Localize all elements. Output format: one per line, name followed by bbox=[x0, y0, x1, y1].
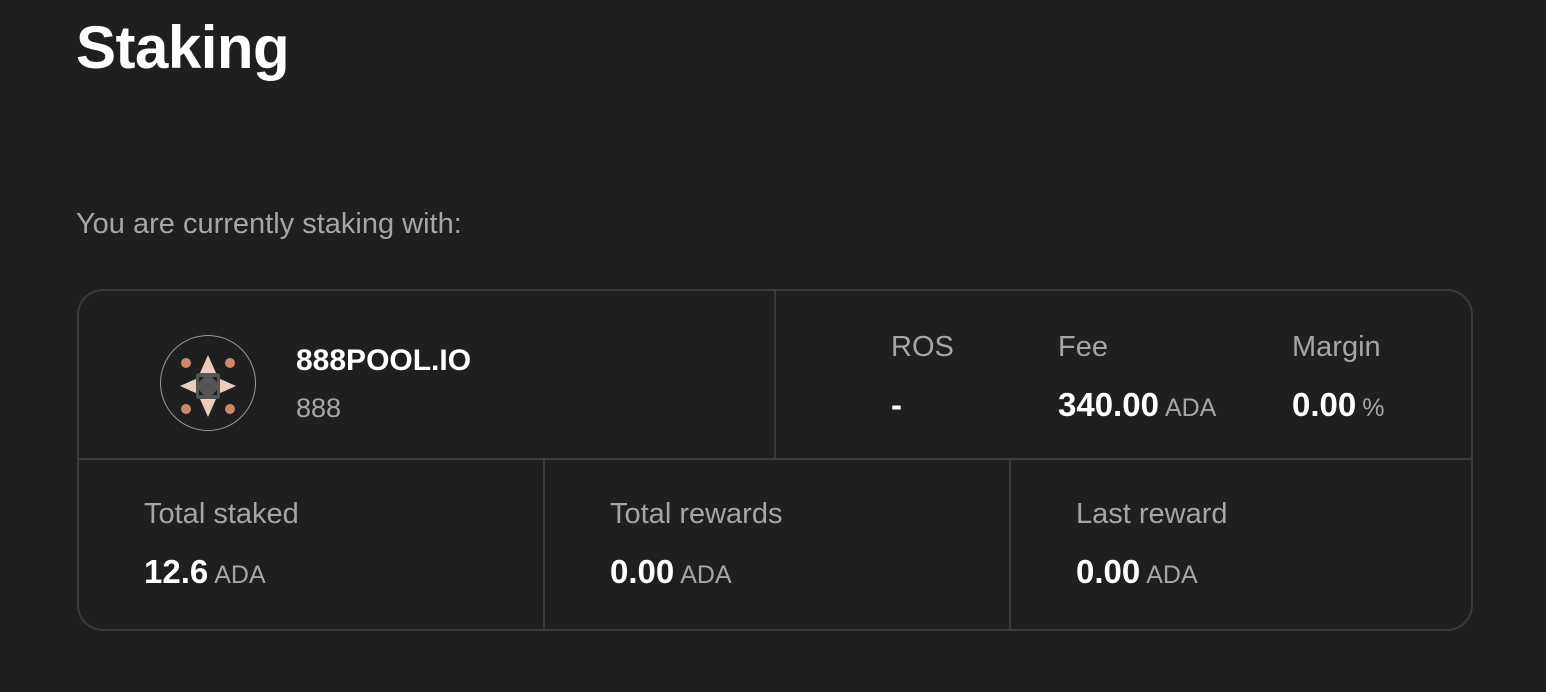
total-rewards-cell: Total rewards 0.00 ADA bbox=[545, 460, 1011, 629]
pool-info[interactable]: 888POOL.IO 888 bbox=[79, 291, 776, 458]
pool-logo-graphic bbox=[180, 355, 236, 417]
staking-with-label: You are currently staking with: bbox=[76, 208, 462, 240]
ros-stat: ROS - bbox=[891, 329, 954, 432]
margin-value: 0.00 bbox=[1292, 386, 1357, 423]
ros-value-row: - bbox=[891, 385, 954, 432]
fee-stat: Fee 340.00 ADA bbox=[1058, 329, 1216, 432]
ros-value: - bbox=[891, 386, 902, 423]
total-staked-cell: Total staked 12.6 ADA bbox=[79, 460, 545, 629]
ros-label: ROS bbox=[891, 331, 954, 363]
fee-value-row: 340.00 ADA bbox=[1058, 385, 1216, 432]
margin-stat: Margin 0.00% bbox=[1292, 329, 1384, 432]
total-rewards-stat: Total rewards 0.00 ADA bbox=[610, 496, 782, 599]
total-staked-unit: ADA bbox=[214, 561, 266, 589]
total-rewards-value-row: 0.00 ADA bbox=[610, 552, 782, 599]
margin-unit: % bbox=[1362, 394, 1385, 422]
card-bottom-row: Total staked 12.6 ADA Total rewards 0.00 A… bbox=[79, 460, 1471, 629]
fee-unit: ADA bbox=[1164, 394, 1217, 422]
page-title: Staking bbox=[76, 14, 290, 81]
fee-label: Fee bbox=[1058, 331, 1108, 363]
staking-card: 888POOL.IO 888 ROS - Fee 340.00 ADA Margi… bbox=[77, 289, 1473, 631]
total-staked-label: Total staked bbox=[144, 498, 299, 530]
margin-value-row: 0.00% bbox=[1292, 385, 1384, 432]
total-staked-value-row: 12.6 ADA bbox=[144, 552, 299, 599]
last-reward-label: Last reward bbox=[1076, 498, 1228, 530]
fee-value: 340.00 bbox=[1058, 386, 1159, 423]
total-staked-stat: Total staked 12.6 ADA bbox=[144, 496, 299, 599]
last-reward-value-row: 0.00 ADA bbox=[1076, 552, 1228, 599]
pool-logo-icon bbox=[160, 335, 256, 431]
total-staked-value: 12.6 bbox=[144, 553, 209, 590]
total-rewards-label: Total rewards bbox=[610, 498, 783, 530]
pool-ticker: 888 bbox=[296, 393, 342, 423]
margin-label: Margin bbox=[1292, 331, 1381, 363]
total-rewards-unit: ADA bbox=[680, 561, 732, 589]
last-reward-stat: Last reward 0.00 ADA bbox=[1076, 496, 1228, 599]
last-reward-cell: Last reward 0.00 ADA bbox=[1011, 460, 1471, 629]
last-reward-unit: ADA bbox=[1146, 561, 1198, 589]
pool-name: 888POOL.IO bbox=[296, 344, 472, 377]
card-top-row: 888POOL.IO 888 ROS - Fee 340.00 ADA Margi… bbox=[79, 291, 1471, 460]
total-rewards-value: 0.00 bbox=[610, 553, 675, 590]
last-reward-value: 0.00 bbox=[1076, 553, 1141, 590]
